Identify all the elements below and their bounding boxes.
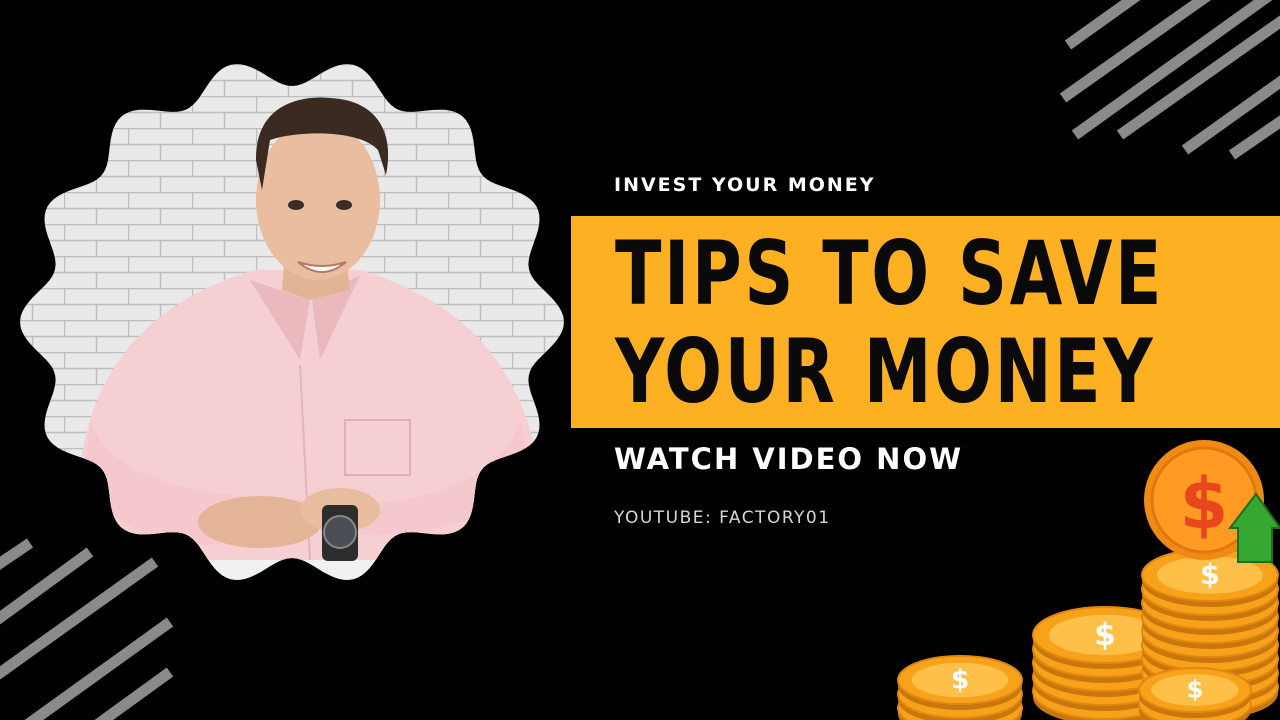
title-banner: TIPS TO SAVE YOUR MONEY — [571, 216, 1280, 428]
thumbnail-canvas: $ $ $ $ $ INVEST YOUR MONEY TIPS TO SAVE YOU… — [0, 0, 1280, 720]
title-line-1: TIPS TO SAVE — [615, 222, 1165, 325]
svg-text:$: $ — [951, 664, 969, 695]
channel-label: YOUTUBE: FACTORY01 — [614, 508, 831, 528]
eyebrow-text: INVEST YOUR MONEY — [614, 174, 876, 196]
title-line-2: YOUR MONEY — [615, 320, 1156, 423]
svg-text:$: $ — [1200, 557, 1220, 591]
svg-text:$: $ — [1187, 676, 1204, 704]
svg-text:$: $ — [1180, 463, 1229, 545]
call-to-action: WATCH VIDEO NOW — [614, 442, 964, 476]
svg-text:$: $ — [1094, 617, 1115, 653]
